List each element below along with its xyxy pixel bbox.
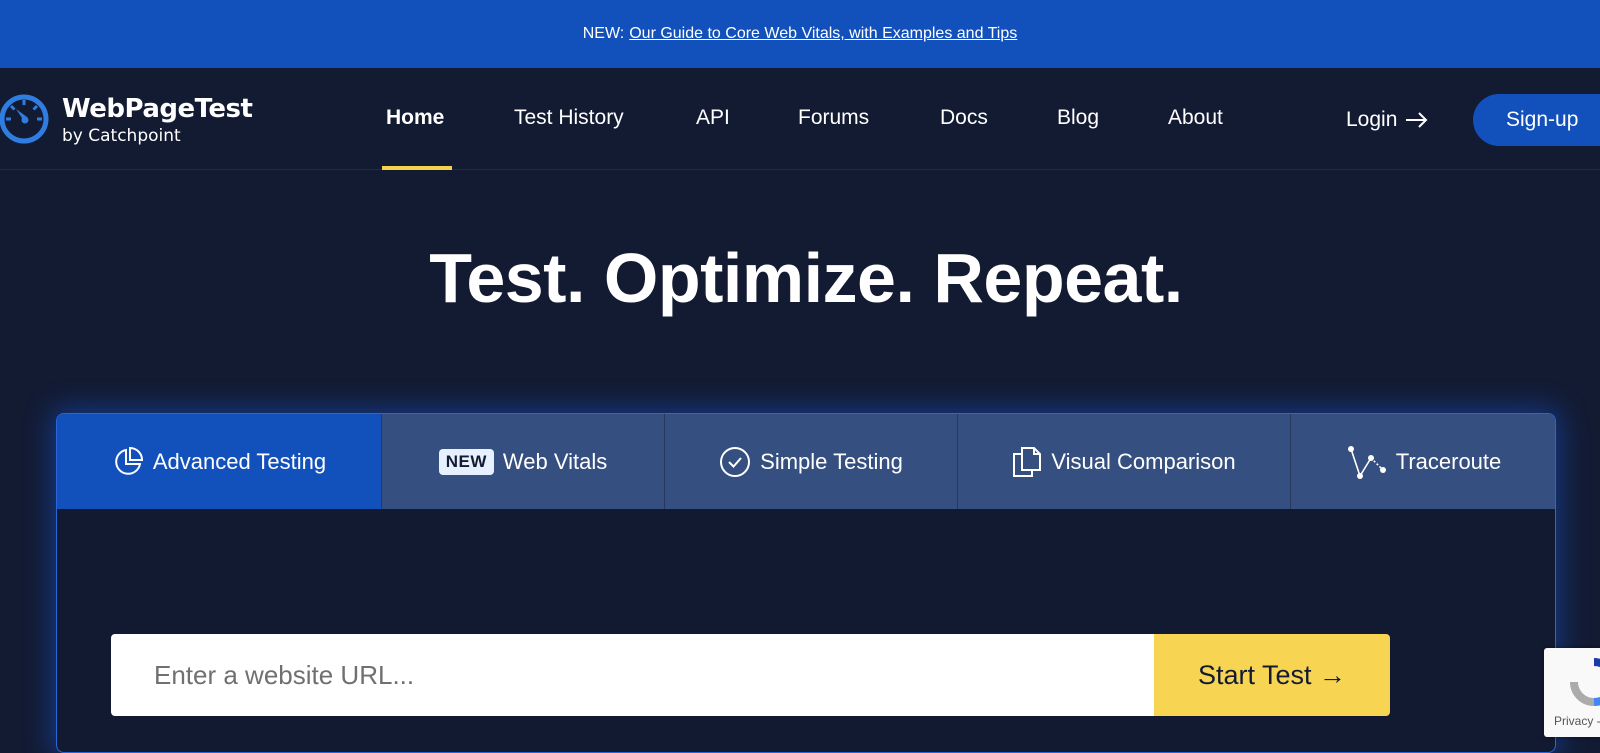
announcement-prefix: NEW: — [582, 25, 625, 42]
active-nav-indicator — [382, 166, 452, 170]
new-badge: NEW — [438, 448, 494, 475]
brand-title: WebPageTest — [62, 94, 253, 124]
announcement-bar: NEW: Our Guide to Core Web Vitals, with … — [0, 0, 1600, 68]
arrow-right-icon — [1406, 112, 1428, 128]
nav-about[interactable]: About — [1168, 106, 1223, 130]
tab-advanced-testing[interactable]: Advanced Testing — [57, 414, 382, 509]
recaptcha-badge[interactable]: Privacy - — [1544, 648, 1600, 737]
traceroute-icon — [1347, 445, 1386, 479]
nav-test-history[interactable]: Test History — [514, 106, 624, 130]
tab-label: Traceroute — [1395, 448, 1502, 474]
url-test-form: Start Test → — [111, 634, 1390, 716]
nav-blog[interactable]: Blog — [1057, 106, 1099, 130]
nav-docs[interactable]: Docs — [940, 106, 988, 130]
url-input[interactable] — [111, 634, 1154, 716]
nav-home[interactable]: Home — [386, 106, 444, 130]
speedometer-logo-icon — [0, 94, 49, 144]
tab-label: Simple Testing — [760, 448, 903, 474]
start-test-button[interactable]: Start Test → — [1154, 634, 1390, 716]
signup-button[interactable]: Sign-up — [1473, 94, 1600, 146]
tab-simple-testing[interactable]: Simple Testing — [665, 414, 958, 509]
pie-chart-icon — [115, 446, 143, 475]
brand-subtitle: by Catchpoint — [62, 126, 181, 146]
hero-title: Test. Optimize. Repeat. — [429, 239, 1183, 317]
tab-traceroute[interactable]: Traceroute — [1291, 414, 1555, 509]
tab-visual-comparison[interactable]: Visual Comparison — [958, 414, 1291, 509]
test-type-tabs: Advanced Testing NEW Web Vitals Simple T… — [57, 414, 1555, 509]
announcement-link[interactable]: Our Guide to Core Web Vitals, with Examp… — [629, 25, 1017, 43]
tab-label: Advanced Testing — [152, 448, 327, 474]
check-circle-icon — [720, 446, 751, 477]
recaptcha-privacy-link[interactable]: Privacy - — [1554, 714, 1600, 728]
tab-label: Web Vitals — [502, 448, 608, 474]
brand-logo[interactable]: WebPageTest by Catchpoint — [0, 92, 270, 148]
nav-api[interactable]: API — [696, 106, 730, 130]
copy-documents-icon — [1013, 446, 1042, 477]
nav-forums[interactable]: Forums — [798, 106, 869, 130]
login-link[interactable]: Login — [1346, 108, 1429, 132]
tab-label: Visual Comparison — [1051, 448, 1236, 474]
top-navigation: WebPageTest by Catchpoint Home Test Hist… — [0, 68, 1600, 170]
login-label: Login — [1346, 108, 1398, 131]
recaptcha-logo-icon — [1570, 658, 1600, 706]
tab-web-vitals[interactable]: NEW Web Vitals — [382, 414, 665, 509]
